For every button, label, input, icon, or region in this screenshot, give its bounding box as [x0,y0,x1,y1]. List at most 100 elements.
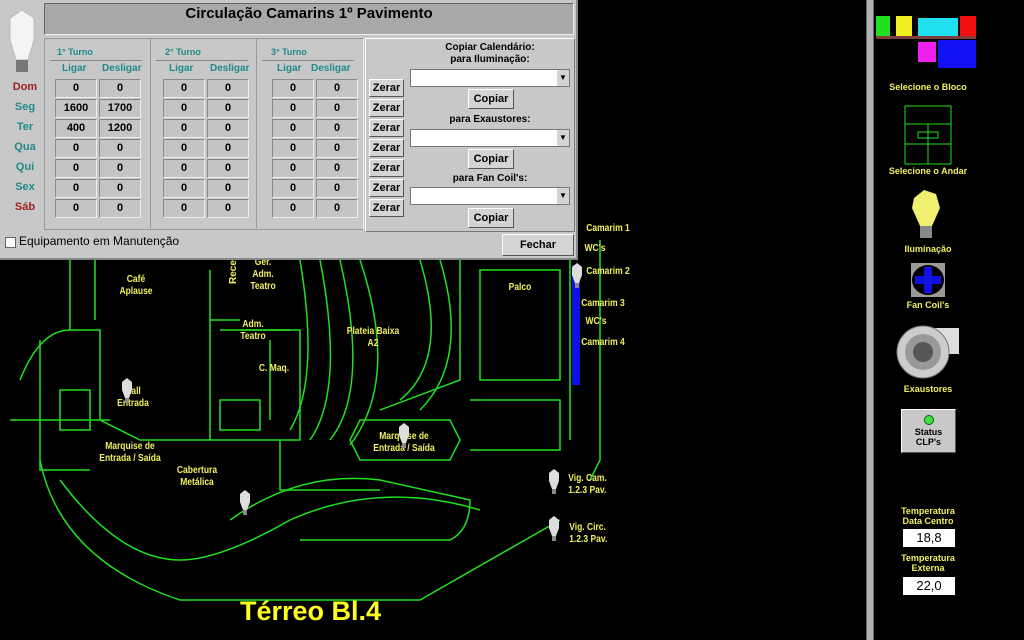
chevron-down-icon[interactable]: ▼ [557,130,569,146]
schedule-cell[interactable]: 0 [55,139,97,158]
lamp-icon[interactable] [120,378,134,404]
manutencao-checkbox[interactable] [5,237,16,248]
schedule-cell[interactable]: 0 [272,99,314,118]
schedule-cell[interactable]: 0 [272,79,314,98]
lamp-icon[interactable] [570,263,584,289]
day-label: Dom [12,81,38,93]
schedule-cell[interactable]: 0 [207,159,249,178]
schedule-cell[interactable]: 0 [163,119,205,138]
turno-1-label: 1° Turno [57,47,93,57]
temp-ext-label: Temperatura Externa [901,553,955,573]
schedule-cell[interactable]: 1600 [55,99,97,118]
fan-dropdown[interactable]: ▼ [410,187,570,205]
status-led-icon [923,415,934,425]
chevron-down-icon[interactable]: ▼ [557,188,569,204]
schedule-cell[interactable]: 0 [272,139,314,158]
block-selector-icon[interactable] [874,14,978,84]
day-label: Qui [15,161,35,173]
schedule-cell[interactable]: 0 [272,159,314,178]
schedule-cell[interactable]: 0 [272,119,314,138]
schedule-cell[interactable]: 0 [55,79,97,98]
temp-dc-label: Temperatura Data Centro [901,506,955,526]
floor-selector-icon[interactable] [903,104,953,166]
copiar-ilum-button[interactable]: Copiar [468,89,514,109]
schedule-cell[interactable]: 0 [207,139,249,158]
schedule-cell[interactable]: 0 [316,119,358,138]
turno-3-label: 3° Turno [271,47,307,57]
schedule-cell[interactable]: 0 [272,199,314,218]
copy-calendar-title: Copiar Calendário: [445,42,535,53]
copiar-fan-button[interactable]: Copiar [468,208,514,228]
label-camarim-3: Camarim 3 [581,298,625,309]
schedule-cell[interactable]: 0 [163,139,205,158]
copiar-exaust-button[interactable]: Copiar [468,149,514,169]
label-plateia: Plateia Baixa A2 [346,326,400,349]
schedule-cell[interactable]: 1200 [99,119,141,138]
schedule-cell[interactable]: 0 [163,159,205,178]
lamp-icon[interactable] [547,469,561,495]
label-recepcao: Recep [228,253,239,284]
label-adm-teatro: Adm. Teatro [240,319,266,342]
exhaust-fan-icon[interactable] [895,320,961,382]
col-desligar: Desligar [210,63,250,74]
lighting-icon[interactable] [908,188,944,244]
schedule-cell[interactable]: 0 [316,139,358,158]
label-ger-adm: Ger. Adm. Teatro [250,257,276,292]
schedule-cell[interactable]: 0 [55,159,97,178]
turno-2-label: 2° Turno [165,47,201,57]
schedule-cell[interactable]: 0 [163,79,205,98]
day-label: Ter [16,121,34,133]
lamp-icon[interactable] [547,516,561,542]
schedule-cell[interactable]: 0 [316,199,358,218]
schedule-cell[interactable]: 0 [99,199,141,218]
floor-title: Térreo Bl.4 [240,596,382,626]
schedule-cell[interactable]: 0 [163,179,205,198]
label-marquise-1: Marquise de Entrada / Saída [99,441,161,464]
schedule-cell[interactable]: 0 [207,179,249,198]
schedule-cell[interactable]: 0 [207,119,249,138]
schedule-cell[interactable]: 0 [272,179,314,198]
label-camarim-2: Camarim 2 [586,266,630,277]
manutencao-label: Equipamento em Manutenção [19,234,180,248]
status-clp-button[interactable]: Status CLP's [901,409,956,453]
copy-exaust-label: para Exaustores: [449,114,531,125]
label-camarim-4: Camarim 4 [581,337,625,348]
schedule-cell[interactable]: 0 [55,199,97,218]
schedule-cell[interactable]: 0 [316,179,358,198]
schedule-cell[interactable]: 0 [163,199,205,218]
lightbulb-icon [9,9,35,72]
ilum-dropdown[interactable]: ▼ [410,69,570,87]
schedule-cell[interactable]: 0 [99,79,141,98]
schedule-cell[interactable]: 0 [207,199,249,218]
schedule-dialog: Circulação Camarins 1º Pavimento 1° Turn… [0,0,578,260]
schedule-cell[interactable]: 1700 [99,99,141,118]
sidebar-divider [866,0,874,640]
lamp-icon[interactable] [397,423,411,449]
schedule-cell[interactable]: 0 [99,159,141,178]
label-palco: Palco [508,282,532,293]
label-vig-cam: Vig. Cam. 1.2.3 Pav. [568,473,607,496]
chevron-down-icon[interactable]: ▼ [557,70,569,86]
schedule-cell[interactable]: 0 [207,79,249,98]
schedule-cell[interactable]: 0 [163,99,205,118]
schedule-cell[interactable]: 0 [316,159,358,178]
schedule-cell[interactable]: 0 [316,79,358,98]
fan-coil-label: Fan Coil's [906,300,950,310]
schedule-cell[interactable]: 0 [99,179,141,198]
lamp-icon[interactable] [238,490,252,516]
fan-coil-icon[interactable] [911,263,945,297]
schedule-cell[interactable]: 0 [207,99,249,118]
status-label: Status CLP's [914,427,943,447]
day-label: Qua [14,141,36,153]
temp-ext-value: 22,0 [903,577,955,595]
day-label: Seg [14,101,36,113]
schedule-cell[interactable]: 0 [55,179,97,198]
fechar-button[interactable]: Fechar [502,234,574,256]
schedule-cell[interactable]: 0 [99,139,141,158]
label-cmaq: C. Maq. [258,363,290,374]
schedule-cell[interactable]: 0 [316,99,358,118]
dialog-title: Circulação Camarins 1º Pavimento [44,3,574,35]
exaust-dropdown[interactable]: ▼ [410,129,570,147]
exaustores-label: Exaustores [903,384,953,394]
schedule-cell[interactable]: 400 [55,119,97,138]
